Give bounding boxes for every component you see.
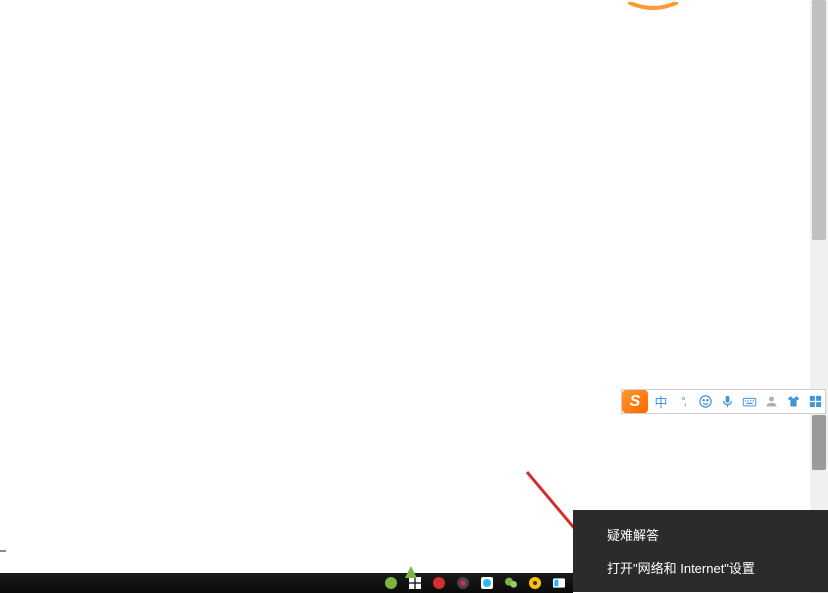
- ime-keyboard-icon[interactable]: [739, 392, 759, 412]
- windows-taskbar[interactable]: [0, 573, 573, 593]
- ime-items-row: 中 °,: [648, 392, 825, 412]
- sogou-logo-text: S: [630, 393, 641, 411]
- ime-emoji-icon[interactable]: [695, 392, 715, 412]
- ime-microphone-icon[interactable]: [717, 392, 737, 412]
- small-dash-mark: [0, 550, 6, 552]
- vertical-scrollbar[interactable]: [810, 0, 828, 593]
- tray-wechat-icon[interactable]: [382, 574, 400, 592]
- menu-item-network-settings[interactable]: 打开"网络和 Internet"设置: [573, 551, 828, 584]
- sogou-logo-icon[interactable]: S: [622, 390, 648, 413]
- ime-skin-icon[interactable]: [783, 392, 803, 412]
- orange-arc-decoration: [628, 0, 678, 5]
- menu-item-label: 打开"网络和 Internet"设置: [607, 561, 755, 576]
- ime-chinese-toggle[interactable]: 中: [651, 392, 671, 412]
- scrollbar-thumb-lower[interactable]: [812, 415, 826, 470]
- ime-user-icon[interactable]: [761, 392, 781, 412]
- menu-item-label: 疑难解答: [607, 528, 659, 543]
- ime-toolbox-icon[interactable]: [805, 392, 825, 412]
- tray-browser-icon[interactable]: [478, 574, 496, 592]
- ime-punctuation-toggle[interactable]: °,: [673, 392, 693, 412]
- scrollbar-thumb-upper[interactable]: [812, 0, 826, 240]
- menu-item-troubleshoot[interactable]: 疑难解答: [573, 518, 828, 551]
- green-triangle-icon: [405, 566, 417, 578]
- main-content-area: [0, 0, 810, 573]
- sogou-ime-toolbar[interactable]: S 中 °,: [621, 389, 826, 414]
- tray-clock-icon[interactable]: [526, 574, 544, 592]
- tray-netease-icon[interactable]: [430, 574, 448, 592]
- tray-translate-icon[interactable]: [550, 574, 568, 592]
- network-context-menu: 疑难解答 打开"网络和 Internet"设置: [573, 510, 828, 592]
- tray-chat-icon[interactable]: [502, 574, 520, 592]
- tray-app-icon[interactable]: [454, 574, 472, 592]
